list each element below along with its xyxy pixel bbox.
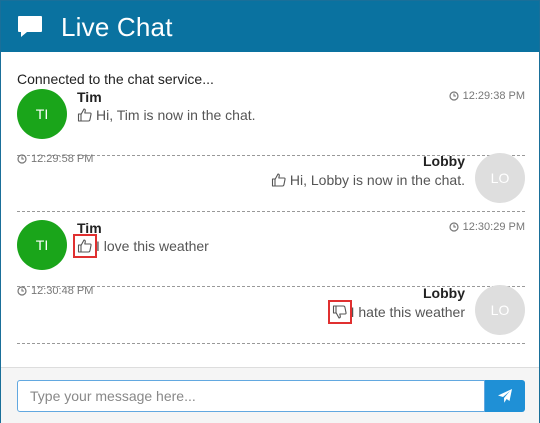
- message-body: Hi, Tim is now in the chat.: [96, 107, 256, 123]
- sender-name: Lobby: [423, 153, 465, 169]
- avatar: LO: [475, 285, 525, 335]
- chat-header: Live Chat: [1, 1, 539, 52]
- message-body: I love this weather: [96, 238, 209, 254]
- connection-status: Connected to the chat service...: [17, 71, 214, 87]
- message-time: 12:30:29 PM: [449, 221, 525, 233]
- message-time: 12:30:48 PM: [17, 285, 93, 297]
- thumbs-down-icon[interactable]: [327, 300, 352, 324]
- chat-bubble-icon: [18, 16, 42, 37]
- message-list[interactable]: Connected to the chat service... TI Tim …: [1, 52, 539, 367]
- clock-icon: [449, 222, 459, 232]
- clock-icon: [17, 286, 27, 296]
- message-time-text: 12:30:29 PM: [462, 221, 525, 233]
- message-time: 12:29:38 PM: [449, 90, 525, 102]
- sender-name: Lobby: [423, 285, 465, 301]
- avatar: TI: [17, 220, 67, 270]
- avatar: LO: [475, 153, 525, 203]
- message-body: I hate this weather: [350, 304, 465, 320]
- thumbs-up-icon[interactable]: [73, 234, 97, 258]
- message-text: I love this weather: [73, 234, 209, 258]
- message-time-text: 12:29:58 PM: [31, 153, 94, 165]
- message-input[interactable]: [17, 380, 485, 412]
- thumbs-up-icon[interactable]: [271, 172, 287, 188]
- thumbs-up-icon[interactable]: [77, 107, 93, 123]
- message-text: I hate this weather: [327, 300, 465, 324]
- chat-message: LO Lobby 12:29:58 PM Hi, Lobby is now in…: [17, 145, 525, 212]
- paper-plane-icon: [498, 389, 512, 403]
- clock-icon: [17, 154, 27, 164]
- clock-icon: [449, 91, 459, 101]
- message-text: Hi, Tim is now in the chat.: [77, 107, 256, 123]
- message-body: Hi, Lobby is now in the chat.: [289, 172, 465, 188]
- chat-message: LO Lobby 12:30:48 PM I hate this weather: [17, 277, 525, 344]
- message-time-text: 12:30:48 PM: [31, 285, 94, 297]
- avatar: TI: [17, 89, 67, 139]
- message-time: 12:29:58 PM: [17, 153, 93, 165]
- sender-name: Tim: [77, 220, 102, 236]
- message-text: Hi, Lobby is now in the chat.: [271, 172, 465, 188]
- chat-title: Live Chat: [61, 12, 173, 42]
- sender-name: Tim: [77, 89, 102, 105]
- send-button[interactable]: [485, 380, 525, 412]
- live-chat-panel: Live Chat Connected to the chat service.…: [0, 0, 540, 423]
- message-composer: [1, 367, 539, 423]
- message-time-text: 12:29:38 PM: [462, 90, 525, 102]
